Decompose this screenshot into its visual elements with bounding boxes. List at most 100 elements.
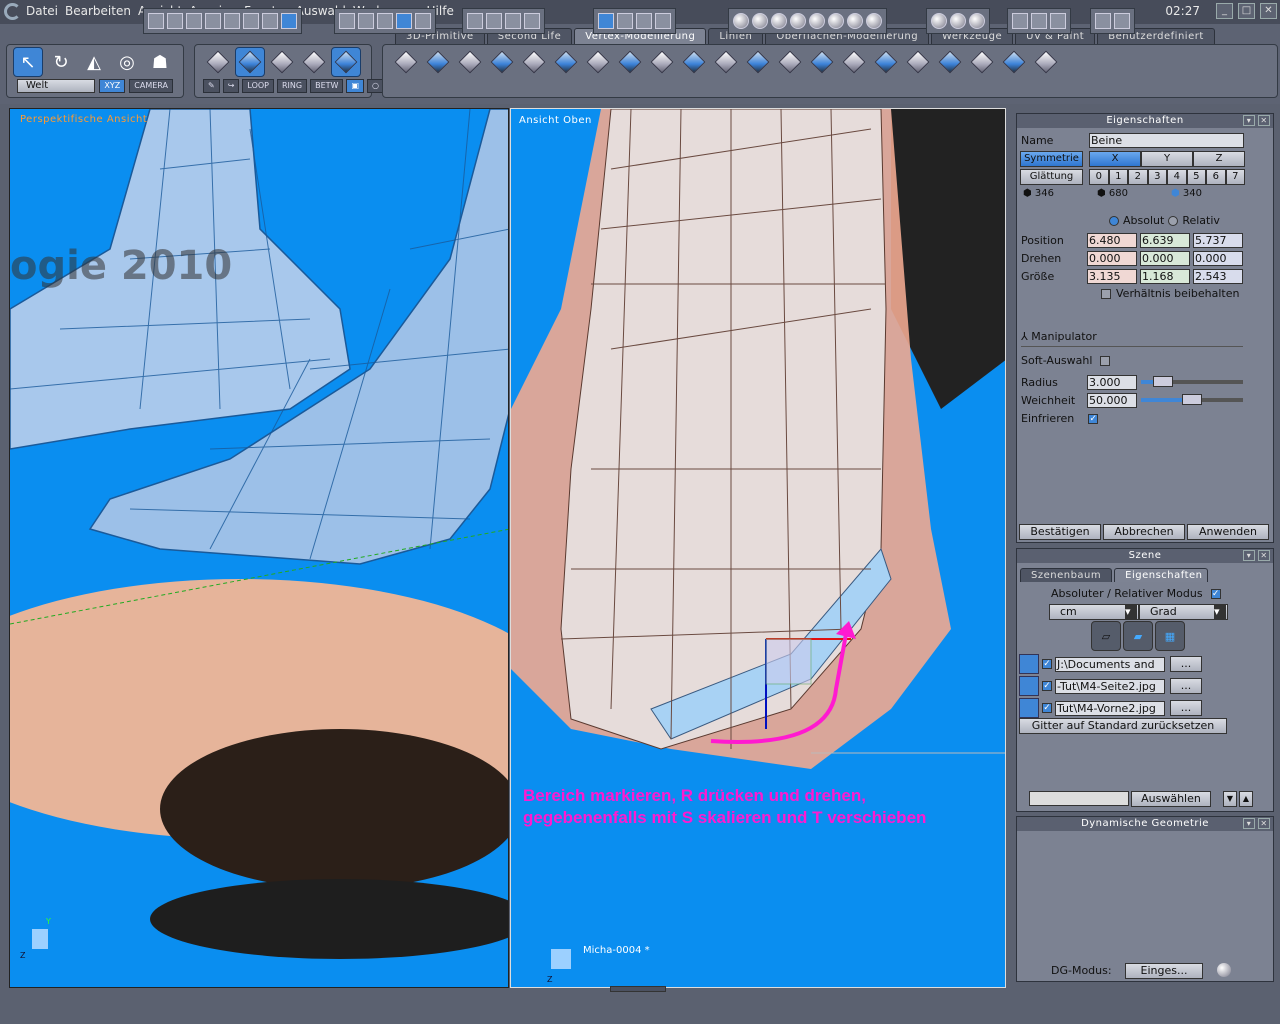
unit-select[interactable]: cm ▾ xyxy=(1049,604,1139,620)
smooth-edge-tool-icon[interactable] xyxy=(711,47,741,77)
loop-cut-tool-icon[interactable] xyxy=(743,47,773,77)
smoothing-level-3[interactable]: 3 xyxy=(1147,169,1167,185)
extrude-tool-icon[interactable] xyxy=(391,47,421,77)
axis-y-button[interactable]: Y xyxy=(1141,151,1193,167)
flip-tool-icon[interactable] xyxy=(967,47,997,77)
softness-slider[interactable] xyxy=(1141,394,1243,405)
xyz-button[interactable]: XYZ xyxy=(99,79,126,93)
image-path-field[interactable]: Tut\M4-Vorne2.jpg xyxy=(1055,700,1165,716)
dg-mode-select[interactable]: Einges... xyxy=(1125,963,1203,979)
weld-tool-icon[interactable] xyxy=(551,47,581,77)
auto-mode-icon[interactable] xyxy=(331,47,361,77)
between-button[interactable]: BETW xyxy=(310,79,344,93)
layout-6-icon[interactable] xyxy=(243,13,259,29)
relative-radio[interactable] xyxy=(1168,215,1179,226)
image-path-field[interactable]: J:\Documents and xyxy=(1055,656,1165,672)
render-3-icon[interactable] xyxy=(1050,13,1066,29)
extrude-edge-tool-icon[interactable] xyxy=(679,47,709,77)
layout-2-icon[interactable] xyxy=(167,13,183,29)
value-field-y[interactable]: 0.000 xyxy=(1140,250,1190,266)
orbit-tool-icon[interactable]: ◎ xyxy=(112,47,142,77)
grid-3-icon[interactable] xyxy=(377,13,393,29)
camera-nav-2-icon[interactable] xyxy=(486,13,502,29)
render-1-icon[interactable] xyxy=(1012,13,1028,29)
manipulate-4-icon[interactable] xyxy=(655,13,671,29)
manipulate-1-icon[interactable] xyxy=(598,13,614,29)
bevel-tool-icon[interactable] xyxy=(423,47,453,77)
browse-button[interactable]: ... xyxy=(1170,700,1202,716)
connect-tool-icon[interactable] xyxy=(775,47,805,77)
shading-7-icon[interactable] xyxy=(847,13,863,29)
scale-tool-icon[interactable]: ◭ xyxy=(79,47,109,77)
ghost-tool-icon[interactable]: ☗ xyxy=(145,47,175,77)
collapse-icon[interactable]: ▾ xyxy=(1243,550,1255,561)
confirm-button[interactable]: Bestätigen xyxy=(1019,524,1101,540)
top-viewport[interactable]: Ansicht Oben Bereich markieren, R drücke… xyxy=(510,108,1006,988)
grid-plane-icon[interactable] xyxy=(1019,654,1039,674)
vertex-mode-icon[interactable] xyxy=(299,47,329,77)
render-2-icon[interactable] xyxy=(1031,13,1047,29)
maximize-button[interactable]: □ xyxy=(1238,3,1255,19)
camera-button[interactable]: CAMERA xyxy=(129,79,173,93)
close-icon[interactable]: ✕ xyxy=(1258,550,1270,561)
ring-button[interactable]: RING xyxy=(277,79,308,93)
browse-button[interactable]: ... xyxy=(1170,656,1202,672)
value-field-x[interactable]: 3.135 xyxy=(1087,268,1137,284)
layout-5-icon[interactable] xyxy=(224,13,240,29)
collapse-icon[interactable]: ▾ xyxy=(1243,115,1255,126)
angle-unit-select[interactable]: Grad ▾ xyxy=(1139,604,1228,620)
softness-field[interactable]: 50.000 xyxy=(1087,393,1137,408)
lighting-3-icon[interactable] xyxy=(969,13,985,29)
inset-tool-icon[interactable] xyxy=(487,47,517,77)
dg-sphere-icon[interactable] xyxy=(1217,963,1231,977)
camera-nav-4-icon[interactable] xyxy=(524,13,540,29)
smoothing-level-6[interactable]: 6 xyxy=(1206,169,1226,185)
grid-plane-icon[interactable] xyxy=(1019,698,1039,718)
rect-select-icon[interactable]: ▣ xyxy=(346,79,365,93)
image-path-field[interactable]: -Tut\M4-Seite2.jpg xyxy=(1055,678,1165,694)
slide-tool-icon[interactable] xyxy=(647,47,677,77)
wall-grid-icon[interactable]: ▦ xyxy=(1155,621,1185,651)
floor-grid-icon[interactable]: ▱ xyxy=(1091,621,1121,651)
shading-6-icon[interactable] xyxy=(828,13,844,29)
radius-slider[interactable] xyxy=(1141,376,1243,387)
lighting-2-icon[interactable] xyxy=(950,13,966,29)
tab-eigenschaften[interactable]: Eigenschaften xyxy=(1114,568,1209,582)
object-mode-icon[interactable] xyxy=(203,47,233,77)
select-button[interactable]: Auswählen xyxy=(1131,791,1211,807)
lasso-select-icon[interactable]: ↪ xyxy=(222,79,240,93)
cancel-button[interactable]: Abbrechen xyxy=(1103,524,1185,540)
shading-4-icon[interactable] xyxy=(790,13,806,29)
smoothing-level-2[interactable]: 2 xyxy=(1128,169,1148,185)
smoothing-level-4[interactable]: 4 xyxy=(1167,169,1187,185)
value-field-y[interactable]: 1.168 xyxy=(1140,268,1190,284)
face-mode-icon[interactable] xyxy=(235,47,265,77)
coord-system-select[interactable]: Welt xyxy=(17,79,96,93)
soft-select-checkbox[interactable] xyxy=(1100,355,1111,366)
manipulate-2-icon[interactable] xyxy=(617,13,633,29)
mode-checkbox[interactable]: ✓ xyxy=(1210,588,1221,599)
chamfer-tool-icon[interactable] xyxy=(519,47,549,77)
shading-3-icon[interactable] xyxy=(771,13,787,29)
smoothing-level-7[interactable]: 7 xyxy=(1225,169,1245,185)
grid-1-icon[interactable] xyxy=(339,13,355,29)
tab-szenenbaum[interactable]: Szenenbaum xyxy=(1020,568,1113,582)
value-field-z[interactable]: 5.737 xyxy=(1193,232,1243,248)
close-icon[interactable]: ✕ xyxy=(1258,115,1270,126)
shading-1-icon[interactable] xyxy=(733,13,749,29)
slider-knob[interactable] xyxy=(1182,394,1202,405)
extrude-face-tool-icon[interactable] xyxy=(935,47,965,77)
manipulate-3-icon[interactable] xyxy=(636,13,652,29)
up-icon[interactable]: ▲ xyxy=(1239,791,1253,807)
layout-7-icon[interactable] xyxy=(262,13,278,29)
camera-nav-1-icon[interactable] xyxy=(467,13,483,29)
loop-button[interactable]: LOOP xyxy=(242,79,274,93)
perspective-viewport[interactable]: ogie 2010 Perspektifische Ansicht Y Z xyxy=(9,108,509,988)
name-field[interactable]: Beine xyxy=(1089,133,1244,148)
value-field-x[interactable]: 0.000 xyxy=(1087,250,1137,266)
fill-hole-tool-icon[interactable] xyxy=(807,47,837,77)
layout-3-icon[interactable] xyxy=(186,13,202,29)
axis-x-button[interactable]: X xyxy=(1089,151,1141,167)
edge-mode-icon[interactable] xyxy=(267,47,297,77)
image-checkbox[interactable]: ✓ xyxy=(1042,703,1052,713)
